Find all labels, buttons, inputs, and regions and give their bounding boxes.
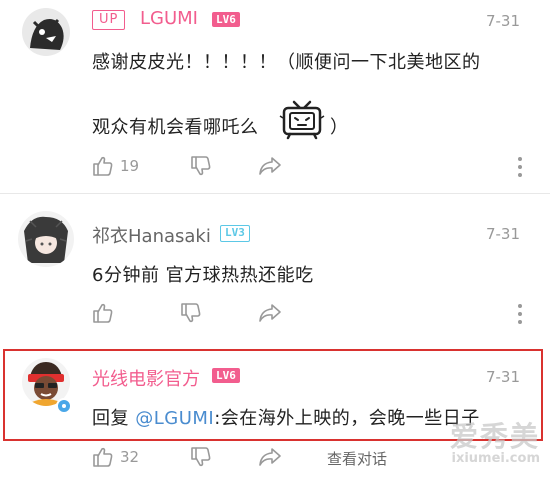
reply-prefix: 回复: [92, 408, 136, 429]
like-button[interactable]: 19: [92, 155, 139, 177]
comment-item: 祁衣Hanasaki LV3 7-31 6分钟前 官方球热热还能吃: [0, 193, 550, 340]
level-badge: LV6: [212, 12, 240, 27]
reply-text: :会在海外上映的，会晚一些日子: [214, 408, 480, 429]
username[interactable]: 光线电影官方: [92, 365, 200, 391]
share-icon: [259, 448, 281, 466]
comment-date: 7-31: [485, 368, 520, 386]
thumbs-up-icon: [93, 156, 113, 176]
thumbs-down-icon: [181, 303, 201, 323]
comment-date: 7-31: [485, 225, 520, 243]
share-button[interactable]: [258, 302, 282, 324]
comment-date: 7-31: [485, 12, 520, 30]
like-button[interactable]: 32: [92, 446, 139, 468]
dislike-button[interactable]: [190, 446, 212, 468]
more-options-icon[interactable]: [518, 304, 522, 328]
share-icon: [259, 304, 281, 322]
level-badge: LV6: [212, 368, 240, 383]
watermark-text: 爱秀美: [449, 420, 540, 453]
level-badge: LV3: [220, 225, 250, 242]
share-button[interactable]: [258, 155, 282, 177]
thumbs-down-icon: [191, 447, 211, 467]
more-options-icon[interactable]: [518, 157, 522, 181]
view-dialog-link[interactable]: 查看对话: [327, 448, 387, 469]
mention-link[interactable]: @LGUMI: [135, 408, 214, 429]
comment-text: ）: [330, 117, 349, 138]
avatar[interactable]: [18, 211, 74, 267]
up-badge: UP: [92, 10, 126, 30]
tv-emoji-icon: [278, 98, 326, 144]
username[interactable]: 祁衣Hanasaki: [92, 222, 211, 248]
dislike-button[interactable]: [190, 155, 212, 177]
like-count: 32: [120, 448, 140, 466]
watermark-url: ixiumei.com: [451, 451, 541, 466]
thumbs-up-icon: [93, 303, 113, 323]
verified-icon: [56, 398, 72, 414]
avatar[interactable]: [22, 8, 70, 56]
comment-text: 观众有机会看哪吒么: [92, 117, 259, 138]
like-button[interactable]: [92, 302, 114, 324]
share-icon: [259, 157, 281, 175]
dislike-button[interactable]: [180, 302, 202, 324]
comment-item: UP LGUMI LV6 7-31 感谢皮皮光！！！！！（顺便问一下北美地区的 …: [0, 0, 550, 193]
thumbs-down-icon: [191, 156, 211, 176]
watermark: 爱秀美 ixiumei.com: [450, 415, 540, 466]
comment-text: 6分钟前 官方球热热还能吃: [92, 265, 314, 286]
comment-text: 回复 @LGUMI:会在海外上映的，会晚一些日子: [92, 404, 480, 430]
like-count: 19: [120, 157, 140, 175]
share-button[interactable]: [258, 446, 282, 468]
username[interactable]: LGUMI: [140, 8, 198, 29]
thumbs-up-icon: [93, 447, 113, 467]
comment-text: 感谢皮皮光！！！！！（顺便问一下北美地区的: [92, 52, 481, 73]
